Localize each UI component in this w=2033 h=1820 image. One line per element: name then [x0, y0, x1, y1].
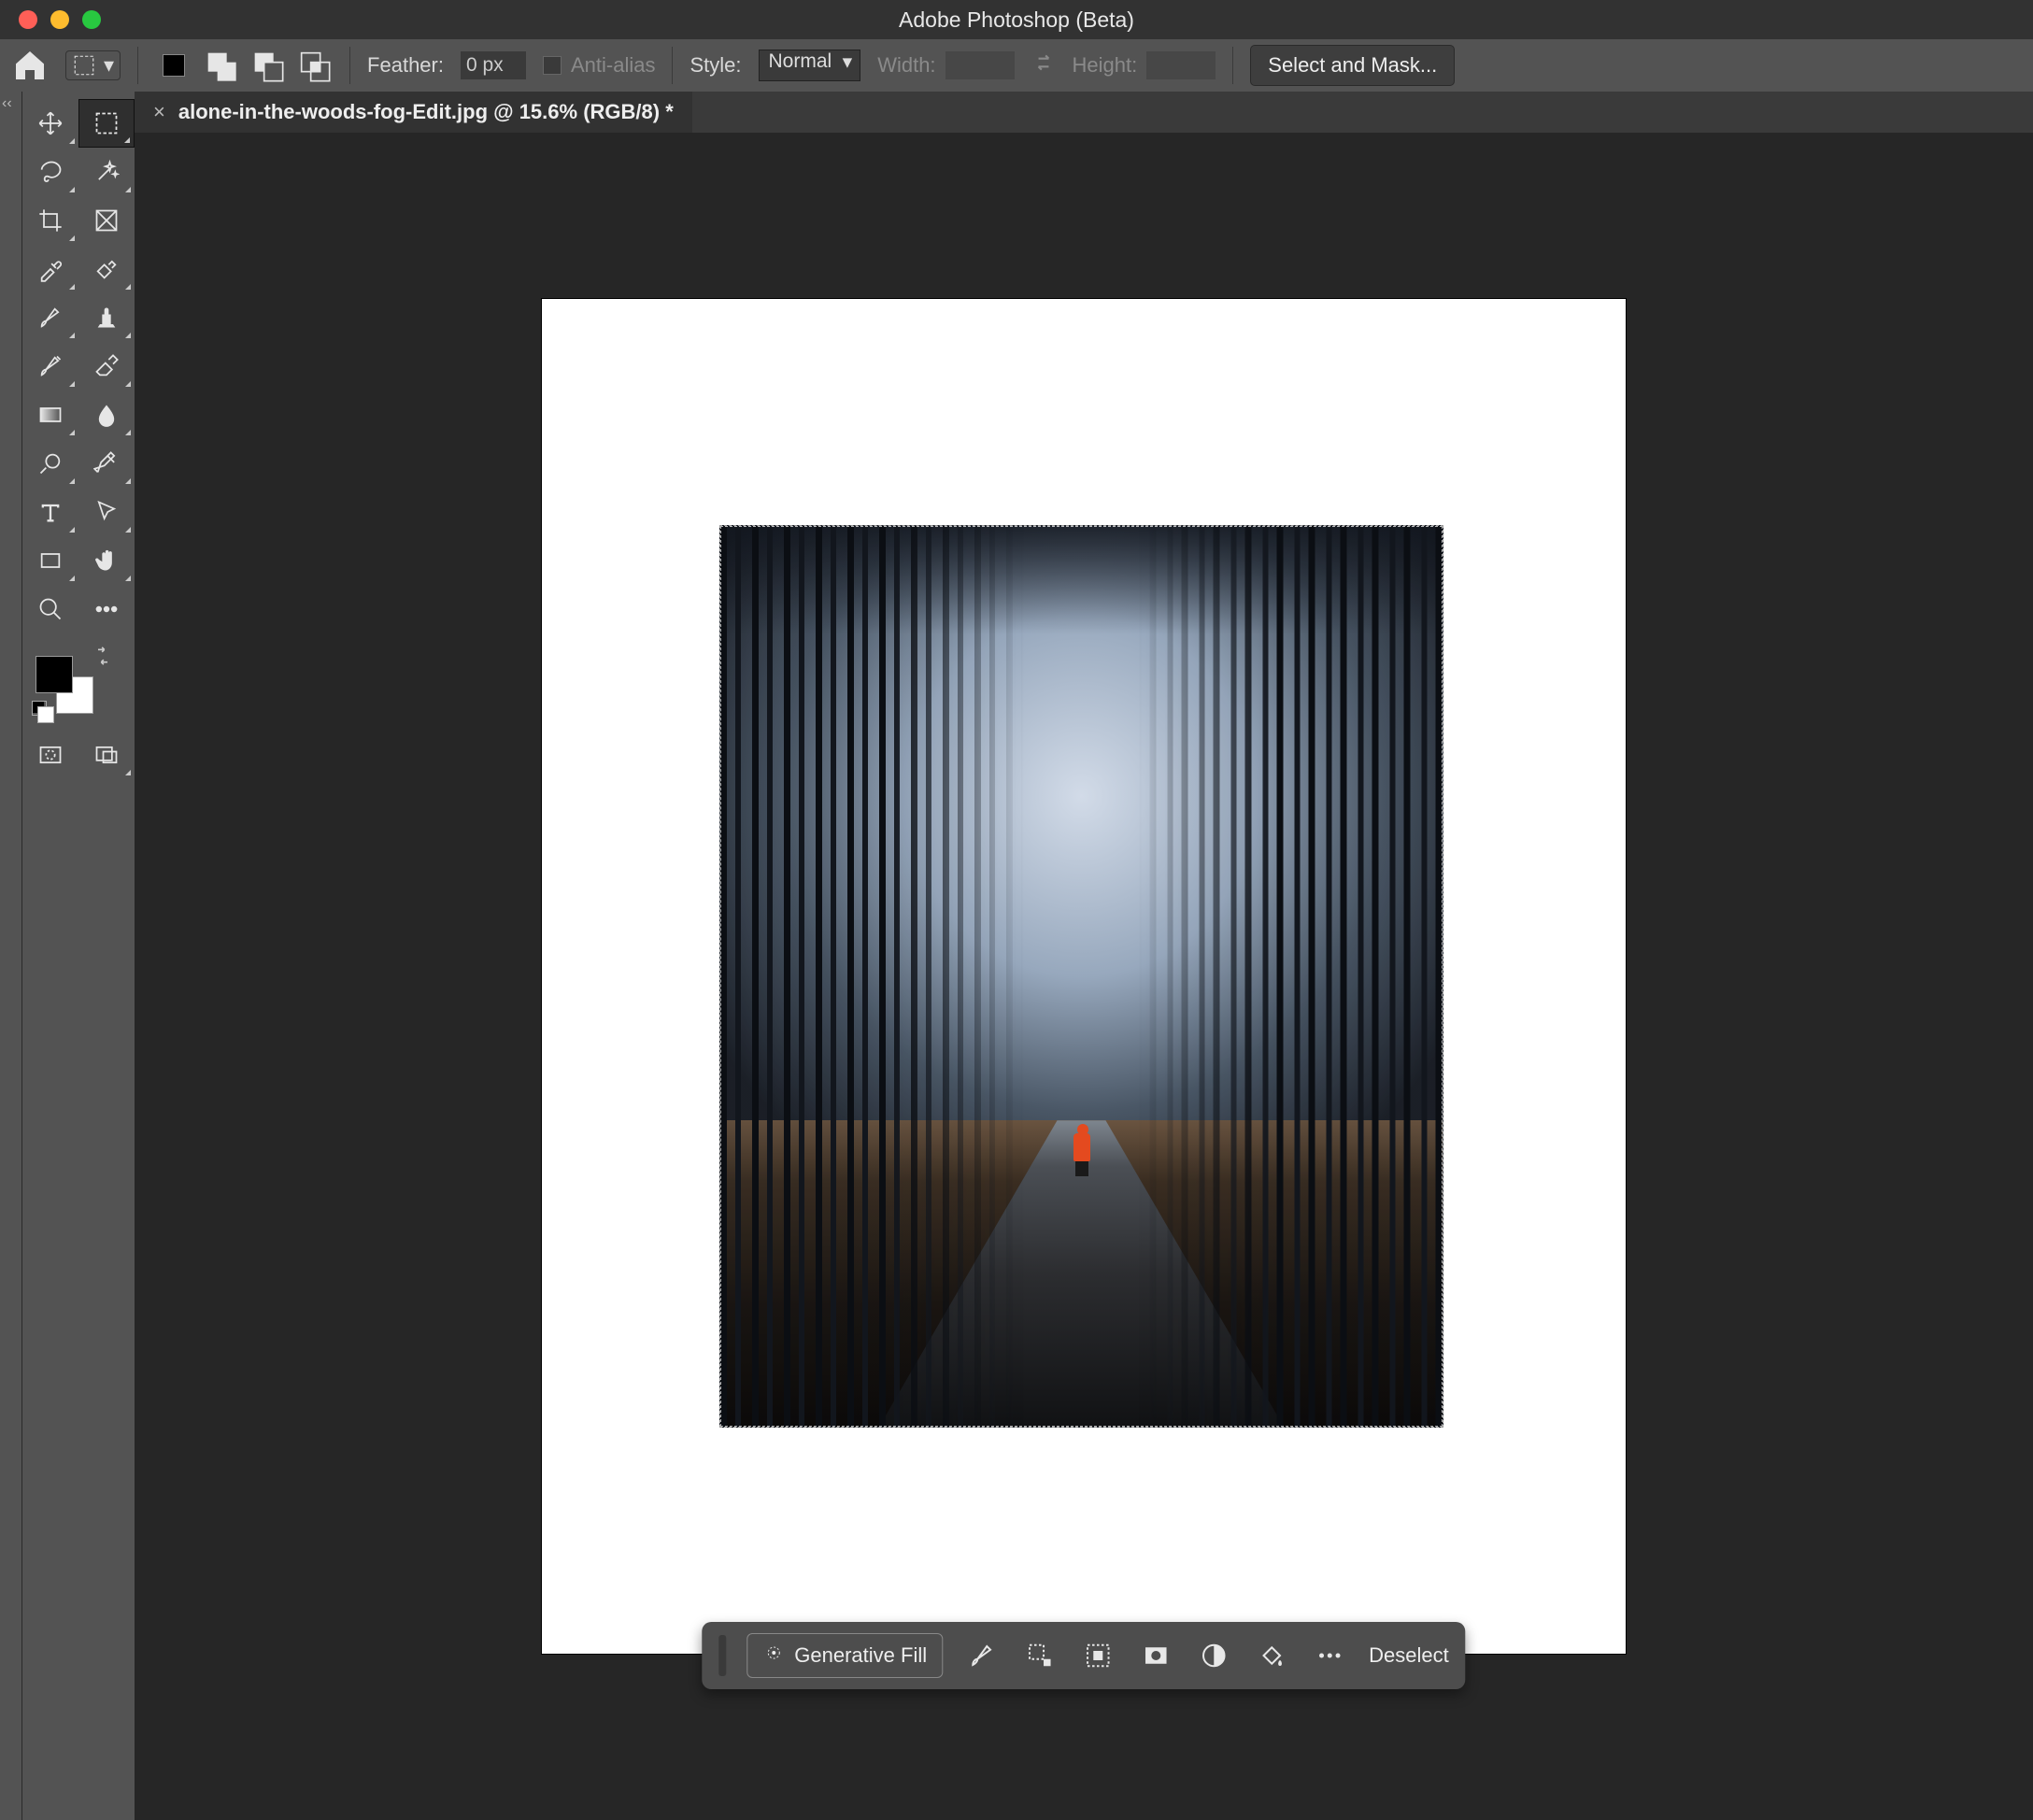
- drag-handle-icon[interactable]: [718, 1635, 726, 1676]
- width-label: Width:: [877, 53, 935, 78]
- document-tabs: × alone-in-the-woods-fog-Edit.jpg @ 15.6…: [135, 92, 2033, 133]
- home-button[interactable]: [11, 47, 49, 84]
- brush-selection-icon[interactable]: [963, 1637, 1001, 1674]
- options-bar: ▾ Feather: Anti-alias Style: Normal Widt…: [0, 39, 2033, 92]
- fullscreen-window-button[interactable]: [82, 10, 101, 29]
- edit-toolbar-button[interactable]: [78, 585, 135, 633]
- active-tool-indicator[interactable]: ▾: [65, 50, 121, 80]
- path-selection-tool[interactable]: [78, 488, 135, 536]
- feather-label: Feather:: [367, 53, 444, 78]
- subtract-from-selection-button[interactable]: [249, 47, 286, 84]
- screen-mode-button[interactable]: [78, 731, 135, 779]
- canvas[interactable]: Generative Fill Deselect: [135, 133, 2033, 1820]
- invert-selection-icon[interactable]: [1079, 1637, 1116, 1674]
- type-tool[interactable]: [22, 488, 78, 536]
- divider: [137, 47, 138, 84]
- quick-mask-button[interactable]: [22, 731, 78, 779]
- toolbox: [22, 92, 135, 1820]
- add-to-selection-button[interactable]: [202, 47, 239, 84]
- select-and-mask-button[interactable]: Select and Mask...: [1250, 45, 1455, 86]
- feather-input[interactable]: [461, 51, 526, 79]
- height-input: [1146, 51, 1216, 79]
- brush-tool[interactable]: [22, 293, 78, 342]
- foreground-color-swatch[interactable]: [36, 656, 73, 693]
- blur-tool[interactable]: [78, 391, 135, 439]
- generative-fill-label: Generative Fill: [794, 1643, 927, 1668]
- mask-icon[interactable]: [1137, 1637, 1174, 1674]
- antialias-label: Anti-alias: [571, 53, 655, 78]
- divider: [672, 47, 673, 84]
- sparkle-icon: [762, 1642, 785, 1670]
- eraser-tool[interactable]: [78, 342, 135, 391]
- window-controls: [19, 10, 101, 29]
- rectangle-shape-tool[interactable]: [22, 536, 78, 585]
- modify-selection-icon[interactable]: [1021, 1637, 1059, 1674]
- clone-stamp-tool[interactable]: [78, 293, 135, 342]
- intersect-selection-button[interactable]: [295, 47, 333, 84]
- contextual-task-bar[interactable]: Generative Fill Deselect: [702, 1622, 1465, 1689]
- minimize-window-button[interactable]: [50, 10, 69, 29]
- divider: [349, 47, 350, 84]
- move-tool[interactable]: [22, 99, 78, 148]
- title-bar: Adobe Photoshop (Beta): [0, 0, 2033, 39]
- deselect-button[interactable]: Deselect: [1369, 1643, 1449, 1668]
- antialias-checkbox: [543, 56, 562, 75]
- style-label: Style:: [690, 53, 741, 78]
- magic-wand-tool[interactable]: [78, 148, 135, 196]
- gradient-tool[interactable]: [22, 391, 78, 439]
- document-area: × alone-in-the-woods-fog-Edit.jpg @ 15.6…: [135, 92, 2033, 1820]
- chevron-left-icon: ‹‹: [2, 95, 12, 112]
- adjustment-icon[interactable]: [1195, 1637, 1232, 1674]
- eyedropper-tool[interactable]: [22, 245, 78, 293]
- document-tab[interactable]: × alone-in-the-woods-fog-Edit.jpg @ 15.6…: [135, 92, 692, 133]
- height-label: Height:: [1073, 53, 1138, 78]
- width-input: [945, 51, 1015, 79]
- history-brush-tool[interactable]: [22, 342, 78, 391]
- swap-dimensions-icon: [1031, 50, 1056, 80]
- hand-tool[interactable]: [78, 536, 135, 585]
- antialias-group: Anti-alias: [543, 53, 655, 78]
- image-content: [719, 525, 1443, 1428]
- new-selection-button[interactable]: [155, 47, 192, 84]
- dodge-tool[interactable]: [22, 439, 78, 488]
- document-tab-title: alone-in-the-woods-fog-Edit.jpg @ 15.6% …: [178, 100, 674, 124]
- generative-fill-button[interactable]: Generative Fill: [746, 1633, 943, 1678]
- frame-tool[interactable]: [78, 196, 135, 245]
- color-swatches[interactable]: [32, 647, 125, 714]
- artboard: [542, 299, 1626, 1654]
- style-select[interactable]: Normal: [759, 50, 861, 81]
- pen-tool[interactable]: [78, 439, 135, 488]
- more-options-icon[interactable]: [1311, 1637, 1348, 1674]
- spot-healing-tool[interactable]: [78, 245, 135, 293]
- fill-selection-icon[interactable]: [1253, 1637, 1290, 1674]
- width-group: Width:: [877, 51, 1014, 79]
- lasso-tool[interactable]: [22, 148, 78, 196]
- close-tab-icon[interactable]: ×: [153, 100, 165, 124]
- person-figure: [1070, 1124, 1094, 1176]
- default-colors-icon[interactable]: [32, 701, 47, 716]
- panel-collapse-rail[interactable]: ‹‹: [0, 92, 22, 1820]
- close-window-button[interactable]: [19, 10, 37, 29]
- app-title: Adobe Photoshop (Beta): [899, 7, 1134, 33]
- divider: [1232, 47, 1233, 84]
- height-group: Height:: [1073, 51, 1216, 79]
- crop-tool[interactable]: [22, 196, 78, 245]
- swap-colors-icon[interactable]: [93, 647, 112, 670]
- selection-mode-group: [155, 47, 333, 84]
- rectangular-marquee-tool[interactable]: [78, 99, 135, 148]
- zoom-tool[interactable]: [22, 585, 78, 633]
